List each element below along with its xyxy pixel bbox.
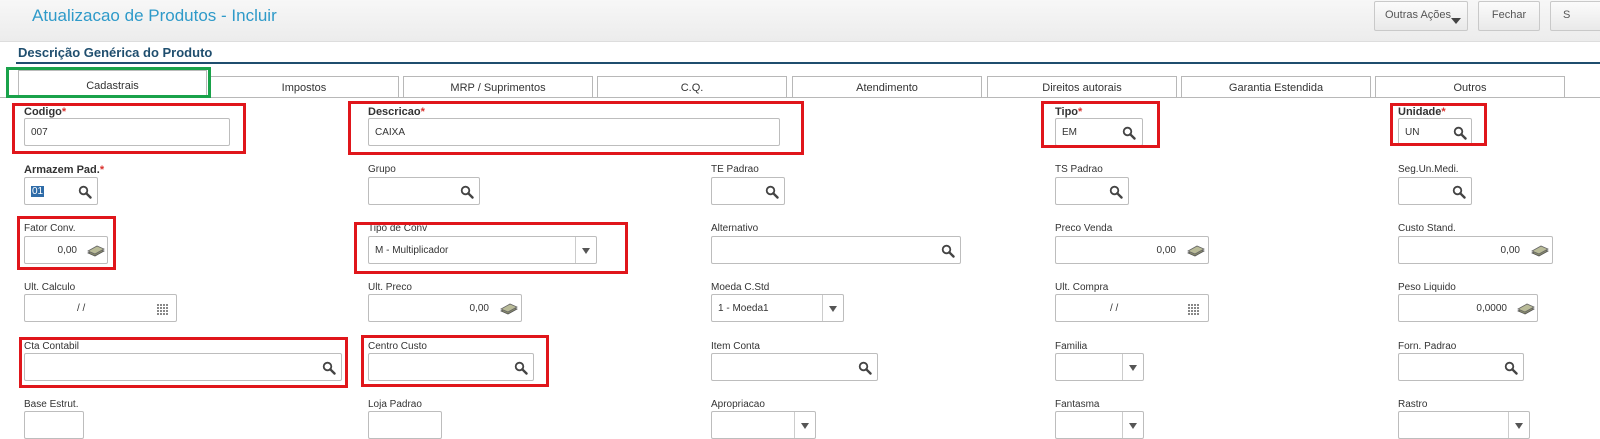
rastro-label: Rastro [1398, 399, 1428, 410]
item-conta-field[interactable] [711, 353, 878, 381]
armazem-label: Armazem Pad.* [24, 164, 105, 176]
ult-calculo-label: Ult. Calculo [24, 282, 76, 293]
tab-divider [0, 97, 1600, 98]
highlight-centro-custo [361, 335, 549, 387]
preco-venda-field[interactable]: 0,00 [1055, 236, 1209, 264]
save-label: S [1563, 9, 1571, 21]
apropriacao-select[interactable] [711, 411, 816, 439]
loja-padrao-field[interactable] [368, 411, 442, 439]
custo-stand-label: Custo Stand. [1398, 223, 1456, 234]
seg-un-label: Seg.Un.Medi. [1398, 164, 1459, 175]
search-icon[interactable] [765, 185, 779, 199]
peso-liquido-field[interactable]: 0,0000 [1398, 294, 1538, 322]
close-button[interactable]: Fechar [1478, 1, 1540, 31]
forn-padrao-label: Forn. Padrao [1398, 341, 1457, 352]
ult-compra-label: Ult. Compra [1055, 282, 1109, 293]
ult-preco-field[interactable]: 0,00 [368, 294, 522, 322]
rastro-select[interactable] [1398, 411, 1530, 439]
tab-atendimento[interactable]: Atendimento [792, 76, 982, 98]
moeda-select[interactable]: 1 - Moeda1 [711, 294, 844, 322]
search-icon[interactable] [78, 185, 92, 199]
moeda-label: Moeda C.Std [711, 282, 770, 293]
loja-padrao-label: Loja Padrao [368, 399, 422, 410]
peso-liquido-label: Peso Liquido [1398, 282, 1456, 293]
highlight-fator-conv [17, 216, 116, 270]
section-title: Descrição Genérica do Produto [18, 45, 213, 60]
tab-cq[interactable]: C.Q. [597, 76, 787, 98]
chevron-down-icon[interactable] [1122, 354, 1143, 380]
calculator-icon[interactable] [500, 302, 518, 316]
highlight-unidade [1390, 103, 1487, 146]
ult-compra-field[interactable]: / / [1055, 294, 1209, 322]
calculator-icon[interactable] [1187, 244, 1205, 258]
search-icon[interactable] [1504, 361, 1518, 375]
search-icon[interactable] [941, 244, 955, 258]
chevron-down-icon[interactable] [1122, 412, 1143, 438]
save-button[interactable]: S [1550, 1, 1600, 31]
tab-garantia-estendida[interactable]: Garantia Estendida [1181, 76, 1371, 98]
chevron-down-icon[interactable] [794, 412, 815, 438]
calculator-icon[interactable] [1531, 244, 1549, 258]
custo-stand-field[interactable]: 0,00 [1398, 236, 1553, 264]
grupo-label: Grupo [368, 164, 396, 175]
chevron-down-icon [1451, 18, 1461, 24]
grupo-field[interactable] [368, 177, 480, 205]
apropriacao-label: Apropriacao [711, 399, 765, 410]
other-actions-label: Outras Ações [1385, 9, 1452, 21]
tab-direitos-autorais[interactable]: Direitos autorais [987, 76, 1177, 98]
ts-padrao-label: TS Padrao [1055, 164, 1103, 175]
base-estrut-label: Base Estrut. [24, 399, 79, 410]
familia-label: Familia [1055, 341, 1088, 352]
highlight-tipo-conv [354, 222, 628, 274]
calendar-icon[interactable] [1187, 302, 1201, 316]
seg-un-field[interactable] [1398, 177, 1472, 205]
te-padrao-field[interactable] [711, 177, 785, 205]
highlight-cta-contabil [19, 337, 348, 388]
alternativo-label: Alternativo [711, 223, 759, 234]
header-bar: Atualizacao de Produtos - Incluir Outras… [0, 0, 1600, 42]
search-icon[interactable] [858, 361, 872, 375]
chevron-down-icon[interactable] [1508, 412, 1529, 438]
other-actions-button[interactable]: Outras Ações [1374, 1, 1468, 31]
highlight-tipo [1041, 101, 1160, 148]
fantasma-select[interactable] [1055, 411, 1144, 439]
familia-select[interactable] [1055, 353, 1144, 381]
highlight-descricao [348, 101, 804, 155]
tab-outros[interactable]: Outros [1375, 76, 1565, 98]
armazem-field[interactable]: 01 [24, 177, 98, 205]
search-icon[interactable] [1452, 185, 1466, 199]
page-title: Atualizacao de Produtos - Incluir [32, 6, 277, 25]
tab-impostos[interactable]: Impostos [209, 76, 399, 98]
ult-calculo-field[interactable]: / / [24, 294, 177, 322]
ult-preco-label: Ult. Preco [368, 282, 412, 293]
ts-padrao-field[interactable] [1055, 177, 1129, 205]
chevron-down-icon[interactable] [822, 295, 843, 321]
forn-padrao-field[interactable] [1398, 353, 1524, 381]
calendar-icon[interactable] [156, 302, 170, 316]
alternativo-field[interactable] [711, 236, 961, 264]
section-divider [16, 62, 1600, 64]
highlight-tab-cadastrais [6, 67, 211, 98]
preco-venda-label: Preco Venda [1055, 223, 1113, 234]
te-padrao-label: TE Padrao [711, 164, 759, 175]
search-icon[interactable] [1109, 185, 1123, 199]
item-conta-label: Item Conta [711, 341, 760, 352]
highlight-codigo [12, 103, 246, 154]
calculator-icon[interactable] [1517, 302, 1535, 316]
fantasma-label: Fantasma [1055, 399, 1100, 410]
tab-mrp-suprimentos[interactable]: MRP / Suprimentos [403, 76, 593, 98]
search-icon[interactable] [460, 185, 474, 199]
base-estrut-field[interactable] [24, 411, 84, 439]
